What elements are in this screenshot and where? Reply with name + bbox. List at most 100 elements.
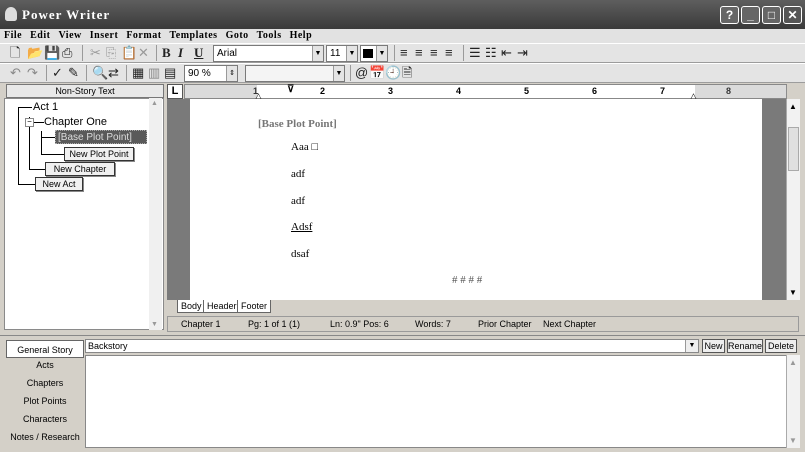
new-button[interactable]: New — [702, 339, 725, 353]
menu-tools[interactable]: Tools — [253, 29, 286, 42]
print-icon[interactable]: ⎙ — [62, 45, 72, 61]
collapse-icon[interactable]: − — [25, 118, 34, 127]
chevron-down-icon: ▼ — [376, 46, 387, 61]
bullets-icon[interactable]: ☰ — [469, 45, 481, 61]
underline-button[interactable]: U — [194, 45, 203, 61]
align-right-icon[interactable]: ≡ — [430, 45, 438, 61]
calendar-icon[interactable]: 📅 — [369, 65, 385, 81]
ruler-mark-5: 5 — [524, 86, 530, 96]
notes-scrollbar[interactable]: ▲ ▼ — [786, 355, 800, 448]
tree-chapter-one[interactable]: Chapter One — [44, 116, 107, 128]
scroll-thumb[interactable] — [788, 127, 799, 171]
scroll-down-icon[interactable]: ▼ — [151, 321, 158, 328]
new-plot-point-button[interactable]: New Plot Point — [64, 147, 134, 161]
status-page: Pg: 1 of 1 (1) — [248, 319, 301, 329]
tab-body[interactable]: Body — [177, 300, 206, 313]
menu-insert[interactable]: Insert — [86, 29, 123, 42]
zoom-select[interactable]: 90 % ⇕ — [184, 65, 238, 82]
scroll-up-icon[interactable]: ▲ — [151, 100, 158, 107]
numbering-icon[interactable]: ☷ — [485, 45, 497, 61]
undo-icon[interactable]: ↶ — [10, 65, 21, 81]
close-button[interactable]: ✕ — [783, 6, 802, 24]
document-scrollbar[interactable]: ▲ ▼ — [786, 99, 800, 300]
help-button[interactable]: ? — [720, 6, 739, 24]
scroll-up-icon[interactable]: ▲ — [789, 358, 797, 367]
ruler-mark-4: 4 — [456, 86, 462, 96]
tab-acts[interactable]: Acts — [6, 356, 84, 374]
new-chapter-button[interactable]: New Chapter — [45, 162, 115, 176]
tree-base-plot-point[interactable]: [Base Plot Point] — [55, 130, 147, 144]
redo-icon[interactable]: ↷ — [27, 65, 38, 81]
align-center-icon[interactable]: ≡ — [415, 45, 423, 61]
status-bar: Chapter 1 Pg: 1 of 1 (1) Ln: 0.9" Pos: 6… — [167, 316, 799, 332]
rename-button[interactable]: Rename — [727, 339, 763, 353]
table-icon[interactable]: ▦ — [132, 65, 144, 81]
style-select[interactable]: ▼ — [245, 65, 345, 82]
replace-icon[interactable]: ⇄ — [108, 65, 119, 81]
doc-line-2: adf — [291, 168, 306, 180]
tab-stop-icon[interactable]: L — [167, 84, 183, 99]
menu-view[interactable]: View — [54, 29, 85, 42]
menu-goto[interactable]: Goto — [222, 29, 253, 42]
menu-file[interactable]: File — [0, 29, 26, 42]
align-left-icon[interactable]: ≡ — [400, 45, 408, 61]
ruler[interactable]: 2 3 4 5 6 7 8 1 △ ⊽ △ — [184, 84, 787, 101]
maximize-button[interactable]: □ — [762, 6, 781, 24]
delete-button[interactable]: Delete — [765, 339, 797, 353]
scroll-down-icon[interactable]: ▼ — [789, 436, 797, 445]
email-icon[interactable]: @ — [355, 65, 368, 81]
non-story-text-button[interactable]: Non-Story Text — [6, 84, 164, 98]
delete-icon[interactable]: ✕ — [138, 45, 149, 61]
outdent-icon[interactable]: ⇤ — [501, 45, 512, 61]
copy-icon[interactable]: ⎘ — [106, 45, 116, 61]
thesaurus-icon[interactable]: ✎ — [68, 65, 79, 81]
clock-icon[interactable]: 🕘 — [385, 65, 401, 81]
ruler-mark-3: 3 — [388, 86, 394, 96]
save-icon[interactable]: 💾 — [44, 45, 60, 61]
status-chapter: Chapter 1 — [181, 319, 221, 329]
tab-characters[interactable]: Characters — [6, 410, 84, 428]
tab-plot-points[interactable]: Plot Points — [6, 392, 84, 410]
left-scrollbar[interactable]: ▲ ▼ — [149, 98, 162, 330]
open-icon[interactable]: 📂 — [27, 45, 43, 61]
indent-icon[interactable]: ⇥ — [517, 45, 528, 61]
insert-file-icon[interactable]: 🗎 — [402, 65, 412, 81]
new-act-button[interactable]: New Act — [35, 177, 83, 191]
color-select[interactable]: ▼ — [360, 45, 388, 62]
spellcheck-icon[interactable]: ✓ — [52, 65, 63, 81]
tab-footer[interactable]: Footer — [237, 300, 272, 313]
find-icon[interactable]: 🔍 — [92, 65, 108, 81]
story-notes-textarea[interactable] — [85, 355, 788, 448]
window-title: Power Writer — [22, 7, 111, 22]
tab-chapters[interactable]: Chapters — [6, 374, 84, 392]
document-page[interactable]: [Base Plot Point] Aaa □ adf adf Adsf dsa… — [190, 99, 762, 300]
cut-icon[interactable]: ✂ — [90, 45, 101, 61]
bold-button[interactable]: B — [162, 45, 171, 61]
font-select[interactable]: Arial ▼ — [213, 45, 324, 62]
italic-button[interactable]: I — [178, 45, 183, 61]
prior-chapter-button[interactable]: Prior Chapter — [478, 319, 532, 329]
grid-icon[interactable]: ▤ — [164, 65, 176, 81]
menu-edit[interactable]: Edit — [26, 29, 54, 42]
menu-templates[interactable]: Templates — [166, 29, 222, 42]
scroll-up-icon[interactable]: ▲ — [789, 102, 797, 111]
tab-notes-research[interactable]: Notes / Research — [6, 428, 84, 446]
next-chapter-button[interactable]: Next Chapter — [543, 319, 596, 329]
app-icon — [5, 7, 17, 21]
menu-help[interactable]: Help — [286, 29, 317, 42]
justify-icon[interactable]: ≡ — [445, 45, 453, 61]
first-line-marker[interactable]: ⊽ — [287, 84, 294, 95]
tree-act-1[interactable]: Act 1 — [33, 101, 58, 113]
doc-line-4: Adsf — [291, 221, 313, 233]
paste-icon[interactable]: 📋 — [121, 45, 137, 61]
story-item-select[interactable]: Backstory ▼ — [85, 339, 699, 353]
story-tree: Act 1 − Chapter One [Base Plot Point] Ne… — [4, 98, 164, 330]
new-doc-icon[interactable]: 🗋 — [10, 45, 20, 61]
minimize-button[interactable]: _ — [741, 6, 760, 24]
menu-format[interactable]: Format — [122, 29, 165, 42]
columns-icon[interactable]: ▥ — [148, 65, 160, 81]
status-line: Ln: 0.9" Pos: 6 — [330, 319, 389, 329]
size-select[interactable]: 11 ▼ — [326, 45, 358, 62]
scroll-down-icon[interactable]: ▼ — [789, 288, 797, 297]
tab-header[interactable]: Header — [203, 300, 241, 313]
